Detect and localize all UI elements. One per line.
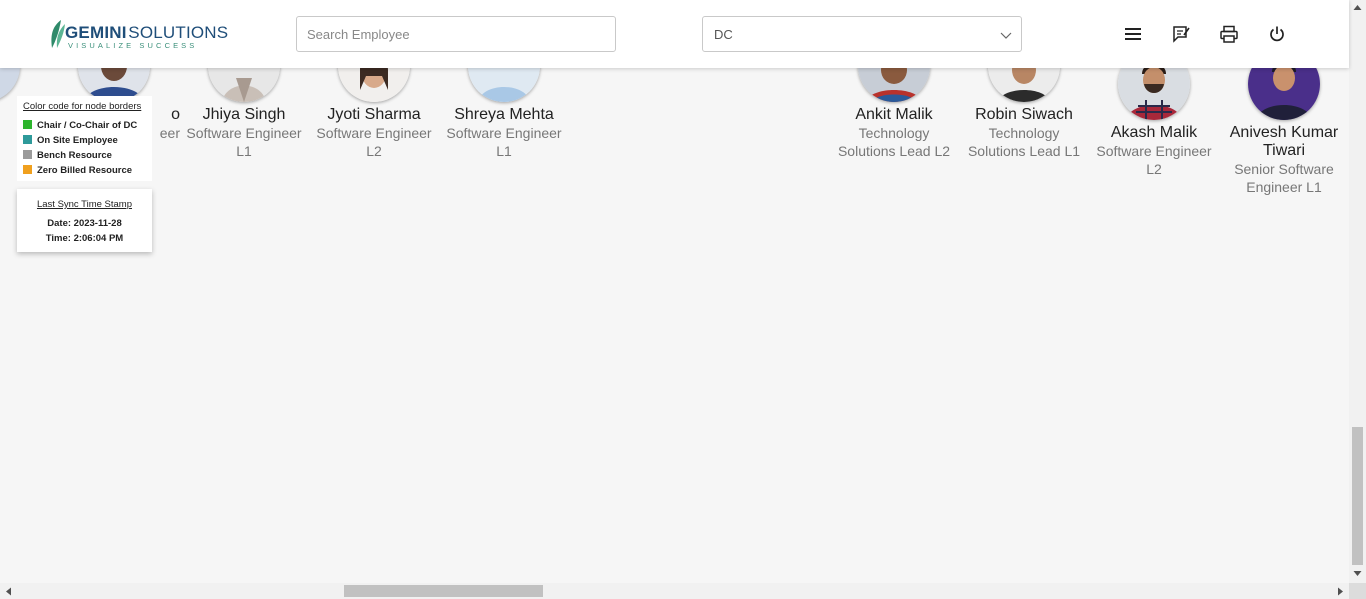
legend-item-bench: Bench Resource (23, 150, 112, 162)
employee-role-level: Solutions Lead L2 (837, 143, 951, 159)
employee-node[interactable]: Shreya Mehta Software Engineer L1 (438, 106, 570, 160)
scroll-up-arrow-icon[interactable] (1353, 4, 1362, 11)
employee-role: Software Engineer (316, 125, 432, 141)
employee-name: Shreya Mehta (454, 106, 554, 123)
employee-role-level: L2 (1146, 161, 1162, 177)
leaf-logo-icon (51, 20, 65, 48)
employee-name: Jyoti Sharma (327, 106, 421, 123)
employee-name-cont: Tiwari (1262, 142, 1306, 159)
legend-item-onsite: On Site Employee (23, 135, 118, 147)
feedback-icon[interactable] (1172, 25, 1190, 43)
scrollbar-corner (1349, 583, 1366, 599)
employee-node[interactable]: Ankit Malik Technology Solutions Lead L2 (828, 106, 960, 160)
employee-node[interactable]: Akash Malik Software Engineer L2 (1088, 124, 1220, 178)
employee-name: Akash Malik (1110, 124, 1198, 141)
sync-date: Date: 2023-11-28 (47, 218, 122, 229)
employee-role-level: L2 (366, 143, 382, 159)
employee-name: Robin Siwach (975, 106, 1073, 123)
dc-select-value: DC (714, 27, 733, 42)
logo-brand: GEMINI SOLUTIONS (65, 23, 229, 42)
sync-title: Last Sync Time Stamp (36, 199, 133, 210)
sync-time: Time: 2:06:04 PM (45, 233, 124, 244)
vertical-scrollbar[interactable] (1349, 0, 1366, 583)
employee-name: Anivesh Kumar (1229, 124, 1339, 141)
logo-tagline: VISUALIZE SUCCESS (68, 41, 198, 50)
orange-swatch (23, 165, 32, 174)
legend-item-zero-billed: Zero Billed Resource (23, 165, 132, 177)
employee-role: Software Engineer (1096, 143, 1212, 159)
employee-name: Jhiya Singh (202, 106, 286, 123)
power-icon[interactable] (1268, 25, 1286, 43)
employee-role-level: Solutions Lead L1 (967, 143, 1081, 159)
search-employee-input[interactable] (296, 16, 616, 52)
teal-swatch (23, 135, 32, 144)
green-swatch (23, 120, 32, 129)
vertical-scroll-thumb[interactable] (1352, 427, 1363, 565)
employee-node[interactable]: Robin Siwach Technology Solutions Lead L… (958, 106, 1090, 160)
top-header: GEMINI SOLUTIONS VISUALIZE SUCCESS DC (0, 0, 1349, 68)
employee-role: Software Engineer (446, 125, 562, 141)
horizontal-scrollbar[interactable] (0, 583, 1349, 599)
employee-role: Senior Software (1234, 161, 1334, 177)
employee-node[interactable]: Jyoti Sharma Software Engineer L2 (308, 106, 440, 160)
scroll-down-arrow-icon[interactable] (1353, 570, 1362, 577)
employee-role: Software Engineer (186, 125, 302, 141)
employee-role: Technology (988, 125, 1060, 141)
employee-role-level: L1 (236, 143, 252, 159)
employee-role-level: Engineer L1 (1246, 179, 1322, 195)
legend-item-chair: Chair / Co-Chair of DC (23, 120, 137, 132)
grey-swatch (23, 150, 32, 159)
menu-icon[interactable] (1124, 25, 1142, 43)
gemini-logo[interactable]: GEMINI SOLUTIONS VISUALIZE SUCCESS (47, 18, 228, 50)
employee-role: Technology (858, 125, 930, 141)
chevron-down-icon (1000, 32, 1012, 39)
print-icon[interactable] (1220, 25, 1238, 43)
last-sync-panel: Last Sync Time Stamp Date: 2023-11-28 Ti… (17, 189, 152, 252)
dc-select[interactable]: DC (702, 16, 1022, 52)
employee-node[interactable]: Anivesh Kumar Tiwari Senior Software Eng… (1222, 124, 1346, 196)
border-color-legend: Color code for node borders Chair / Co-C… (17, 96, 152, 181)
horizontal-scroll-thumb[interactable] (344, 585, 543, 597)
employee-node[interactable]: Jhiya Singh Software Engineer L1 (178, 106, 310, 160)
scroll-right-arrow-icon[interactable] (1337, 587, 1344, 596)
legend-title: Color code for node borders (23, 101, 142, 112)
employee-role-level: L1 (496, 143, 512, 159)
employee-name: Ankit Malik (855, 106, 933, 123)
scroll-left-arrow-icon[interactable] (5, 587, 12, 596)
